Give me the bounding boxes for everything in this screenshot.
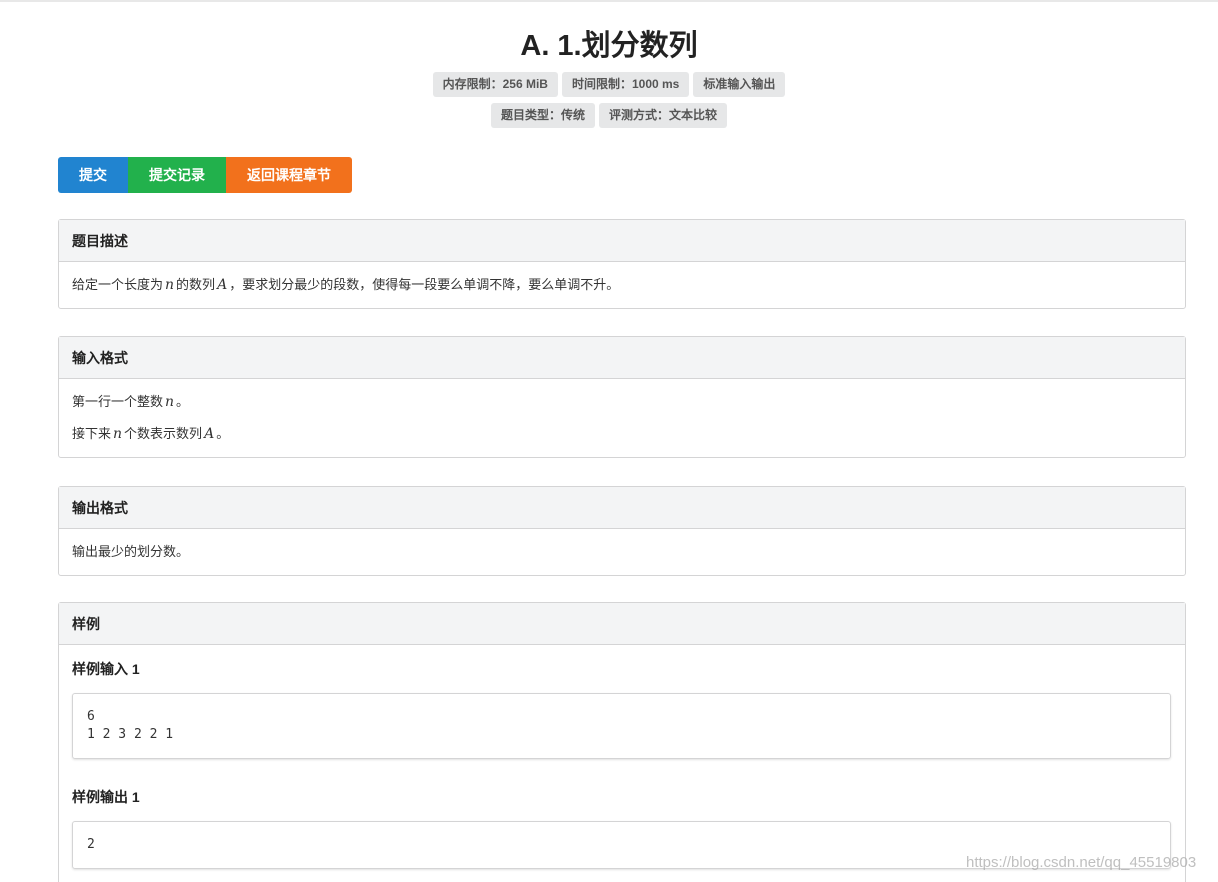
- description-text: 给定一个长度为 n 的数列 A ，要求划分最少的段数，使得每一段要么单调不降，要么单调不…: [72, 276, 1172, 294]
- math-var-n: n: [165, 277, 175, 293]
- submission-records-button[interactable]: 提交记录: [128, 157, 226, 193]
- description-text-part: 给定一个长度为: [72, 277, 164, 292]
- action-buttons: 提交 提交记录 返回课程章节: [58, 157, 352, 193]
- top-border: [0, 0, 1218, 2]
- sample-input-title: 样例输入 1: [72, 661, 140, 677]
- input-line-1: 第一行一个整数 n。: [72, 393, 1172, 411]
- description-panel: 题目描述 给定一个长度为 n 的数列 A ，要求划分最少的段数，使得每一段要么单调不降，…: [58, 219, 1186, 309]
- input-text-part: 。: [216, 426, 230, 441]
- problem-type-tag: 题目类型：传统: [490, 103, 595, 128]
- description-heading: 题目描述: [59, 220, 1185, 262]
- input-line-2: 接下来 n 个数表示数列 A。: [72, 425, 1172, 443]
- input-text-part: 接下来: [72, 426, 112, 441]
- judge-method-tag: 评测方式：文本比较: [599, 103, 728, 128]
- output-format-panel: 输出格式 输出最少的划分数。: [58, 486, 1186, 576]
- samples-panel: 样例 样例输入 1 6 1 2 3 2 2 1 样例输出 1 2: [58, 602, 1186, 882]
- output-format-body: 输出最少的划分数。: [59, 529, 1185, 575]
- submit-button[interactable]: 提交: [58, 157, 128, 193]
- input-text-part: 。: [176, 394, 190, 409]
- math-var-n: n: [113, 426, 123, 442]
- samples-body: 样例输入 1 6 1 2 3 2 2 1 样例输出 1 2: [59, 645, 1185, 869]
- sample-output-title: 样例输出 1: [72, 789, 140, 805]
- memory-limit-tag: 内存限制：256 MiB: [432, 72, 558, 97]
- input-format-body: 第一行一个整数 n。 接下来 n 个数表示数列 A。: [59, 379, 1185, 457]
- input-format-panel: 输入格式 第一行一个整数 n。 接下来 n 个数表示数列 A。: [58, 336, 1186, 458]
- back-to-chapter-button[interactable]: 返回课程章节: [226, 157, 352, 193]
- sample-input-code: 6 1 2 3 2 2 1: [72, 693, 1171, 759]
- samples-heading: 样例: [59, 603, 1185, 645]
- math-var-n: n: [165, 394, 175, 410]
- problem-title: A. 1.划分数列: [520, 30, 698, 62]
- description-text-part: 的数列: [176, 277, 216, 292]
- math-var-a: A: [217, 277, 228, 293]
- input-text-part: 第一行一个整数: [72, 394, 164, 409]
- type-tags: 题目类型：传统 评测方式：文本比较: [0, 103, 1218, 128]
- limits-tags: 内存限制：256 MiB 时间限制：1000 ms 标准输入输出: [0, 72, 1218, 97]
- input-format-heading: 输入格式: [59, 337, 1185, 379]
- output-format-text: 输出最少的划分数。: [72, 544, 190, 559]
- description-body: 给定一个长度为 n 的数列 A ，要求划分最少的段数，使得每一段要么单调不降，要么单调不…: [59, 262, 1185, 308]
- watermark: https://blog.csdn.net/qq_45519803: [966, 854, 1197, 871]
- math-var-a: A: [204, 426, 215, 442]
- output-format-heading: 输出格式: [59, 487, 1185, 529]
- description-text-part: ，要求划分最少的段数，使得每一段要么单调不降，要么单调不升。: [229, 277, 620, 292]
- io-tag: 标准输入输出: [693, 72, 786, 97]
- input-text-part: 个数表示数列: [124, 426, 203, 441]
- time-limit-tag: 时间限制：1000 ms: [561, 72, 690, 97]
